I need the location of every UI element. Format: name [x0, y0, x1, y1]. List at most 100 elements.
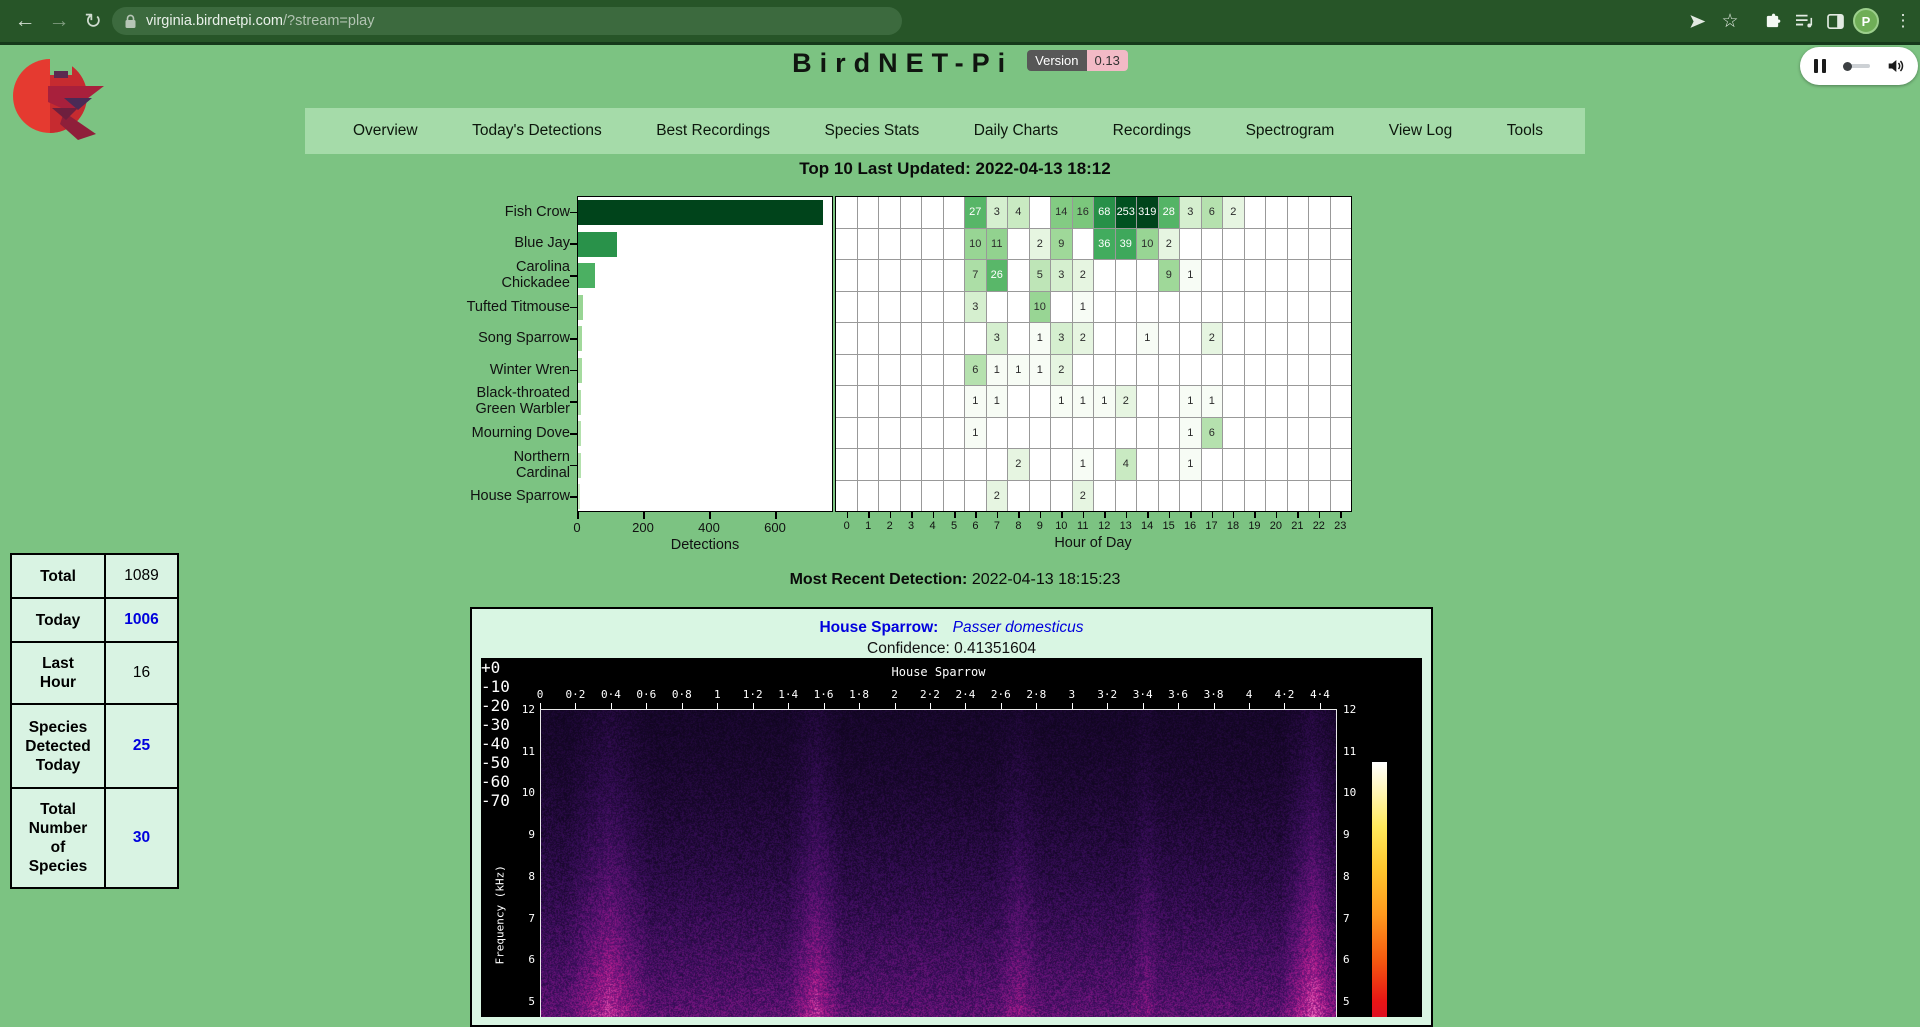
hour-tick — [1126, 512, 1128, 518]
nav-item-daily-charts[interactable]: Daily Charts — [974, 122, 1058, 140]
back-button[interactable]: ← — [8, 0, 42, 42]
stat-value[interactable]: 25 — [106, 705, 177, 787]
bar-ytick — [570, 212, 577, 214]
heatmap-cell — [922, 229, 943, 260]
nav-item-tools[interactable]: Tools — [1507, 122, 1543, 140]
extensions-icon[interactable] — [1757, 0, 1787, 42]
hour-tick — [1319, 512, 1321, 518]
nav-item-recordings[interactable]: Recordings — [1113, 122, 1191, 140]
forward-button[interactable]: → — [42, 0, 76, 42]
heatmap-cell: 1 — [1180, 386, 1201, 417]
nav-item-species-stats[interactable]: Species Stats — [824, 122, 919, 140]
heatmap-cell — [1223, 449, 1244, 480]
nav-item-overview[interactable]: Overview — [353, 122, 418, 140]
nav-item-spectrogram[interactable]: Spectrogram — [1246, 122, 1335, 140]
hour-tick — [933, 512, 935, 518]
stat-value[interactable]: 30 — [106, 789, 177, 887]
heatmap-cell — [1159, 323, 1180, 354]
hour-tick — [1040, 512, 1042, 518]
seek-slider[interactable] — [1844, 64, 1870, 68]
heatmap-cell — [1030, 386, 1051, 417]
bar-category-label: Mourning Dove — [400, 425, 570, 441]
heatmap-cell — [1051, 449, 1072, 480]
spectrogram-time-label: 2·8 — [1026, 688, 1046, 701]
heatmap-cell — [1159, 292, 1180, 323]
heatmap-cell: 1 — [965, 418, 986, 449]
heatmap-cell — [1202, 481, 1223, 512]
send-icon[interactable] — [1682, 0, 1712, 42]
bar-xtick-label: 400 — [698, 520, 720, 535]
spectrogram-time-tick — [930, 703, 931, 709]
heatmap-cell — [1180, 355, 1201, 386]
hour-tick-label: 17 — [1205, 520, 1217, 532]
heatmap-cell — [1008, 418, 1029, 449]
spectrogram-time-label: 3·2 — [1097, 688, 1117, 701]
heatmap-cell: 1 — [965, 386, 986, 417]
heatmap-cell: 2 — [1116, 386, 1137, 417]
profile-avatar[interactable]: P — [1853, 8, 1879, 34]
nav-item-today-s-detections[interactable]: Today's Detections — [472, 122, 602, 140]
freq-axis-label: Frequency (kHz) — [494, 925, 507, 965]
heatmap-cell: 1 — [1030, 355, 1051, 386]
heatmap-cell — [1159, 449, 1180, 480]
hour-tick-label: 13 — [1120, 520, 1132, 532]
heatmap-cell — [922, 323, 943, 354]
heatmap-cell — [1202, 229, 1223, 260]
stat-row-today: Today1006 — [12, 599, 177, 643]
heatmap-cell — [1008, 386, 1029, 417]
heatmap-cell — [1051, 292, 1072, 323]
pause-button[interactable] — [1814, 59, 1826, 73]
heatmap-cell — [879, 260, 900, 291]
heatmap-cell: 1 — [987, 355, 1008, 386]
nav-item-best-recordings[interactable]: Best Recordings — [656, 122, 770, 140]
hour-tick-label: 0 — [844, 520, 850, 532]
heatmap-cell — [1030, 197, 1051, 228]
hour-tick — [1340, 512, 1342, 518]
volume-icon[interactable] — [1887, 58, 1904, 74]
refresh-button[interactable]: ↻ — [76, 0, 110, 42]
heatmap-cell — [1223, 292, 1244, 323]
menu-icon[interactable]: ⋮ — [1888, 0, 1918, 42]
spectrogram-freq-label-right: 11 — [1343, 745, 1356, 758]
hour-tick-label: 10 — [1055, 520, 1067, 532]
bar — [578, 326, 582, 351]
bar — [578, 484, 580, 509]
spectrogram-time-label: 2·2 — [920, 688, 940, 701]
hour-tick-label: 19 — [1248, 520, 1260, 532]
hour-tick — [1212, 512, 1214, 518]
spectrogram-freq-label-right: 12 — [1343, 703, 1356, 716]
hour-tick — [1297, 512, 1299, 518]
stat-label: Species Detected Today — [12, 705, 106, 787]
heatmap-cell: 1 — [987, 386, 1008, 417]
audio-player — [1800, 47, 1918, 85]
heatmap-cell — [1266, 197, 1287, 228]
stat-label: Total Number of Species — [12, 789, 106, 887]
scientific-name[interactable]: Passer domesticus — [953, 619, 1084, 636]
address-bar[interactable]: virginia.birdnetpi.com/?stream=play — [112, 7, 902, 35]
hour-tick — [1276, 512, 1278, 518]
heatmap-cell — [1094, 292, 1115, 323]
stat-value[interactable]: 1006 — [106, 599, 177, 641]
heatmap-cell: 253 — [1116, 197, 1137, 228]
heatmap-cell — [1073, 418, 1094, 449]
playlist-icon[interactable] — [1789, 0, 1819, 42]
spectrogram-time-tick — [611, 703, 612, 709]
heatmap-cell: 10 — [965, 229, 986, 260]
heatmap-cell — [1137, 449, 1158, 480]
hour-tick-label: 22 — [1313, 520, 1325, 532]
heatmap-cell — [1159, 481, 1180, 512]
heatmap-cell: 2 — [1159, 229, 1180, 260]
side-panel-icon[interactable] — [1820, 0, 1850, 42]
spectrogram-title: House Sparrow — [540, 665, 1337, 679]
heatmap-cell — [1137, 355, 1158, 386]
nav-item-view-log[interactable]: View Log — [1389, 122, 1452, 140]
spectrogram-time-label: 3·6 — [1168, 688, 1188, 701]
bar-category-label: Tufted Titmouse — [400, 299, 570, 315]
heatmap-cell: 2 — [1051, 355, 1072, 386]
spectrogram-time-tick — [753, 703, 754, 709]
heatmap-cell: 5 — [1030, 260, 1051, 291]
spectrogram-time-label: 1·4 — [778, 688, 798, 701]
species-link[interactable]: House Sparrow: — [819, 619, 938, 636]
bookmark-star-icon[interactable]: ☆ — [1715, 0, 1745, 42]
heatmap-cell — [1051, 418, 1072, 449]
